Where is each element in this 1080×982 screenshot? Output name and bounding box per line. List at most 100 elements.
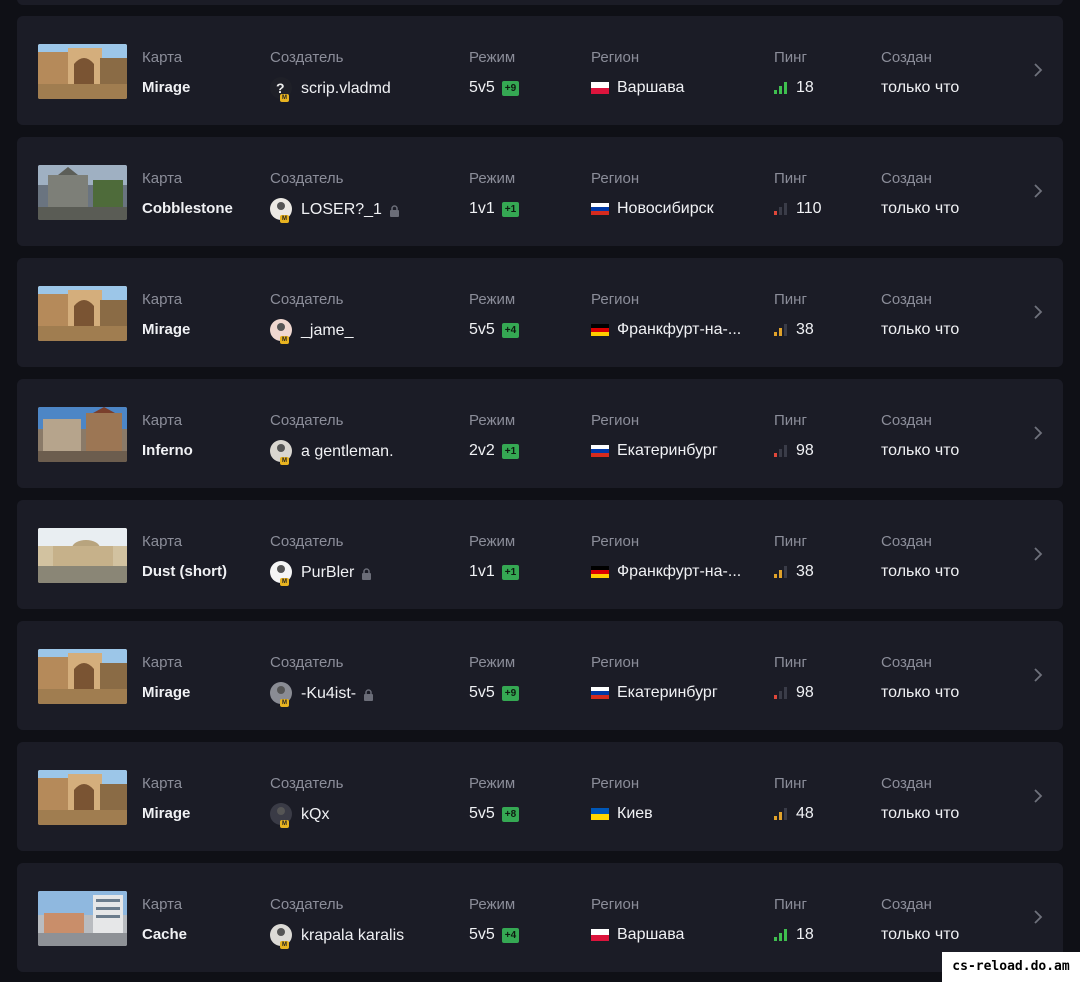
signal-bar	[784, 324, 787, 336]
chevron-right-icon[interactable]	[1033, 667, 1043, 683]
signal-bars-icon	[774, 203, 790, 215]
signal-bar	[774, 211, 777, 215]
chevron-right-icon[interactable]	[1033, 909, 1043, 925]
creator-name[interactable]: kQx	[301, 806, 329, 824]
flag-pl-icon	[591, 929, 609, 941]
lock-icon	[363, 688, 374, 701]
ping-label: Пинг	[774, 170, 807, 187]
mode-value: 5v5 +4	[469, 926, 520, 944]
rank-badge-icon: M	[280, 820, 289, 828]
mode-value: 5v5 +9	[469, 684, 520, 702]
chevron-right-icon[interactable]	[1033, 546, 1043, 562]
signal-bar	[784, 566, 787, 578]
creator-value: M LOSER?_1	[270, 198, 400, 223]
ping-value: 48	[774, 805, 814, 823]
flag-ru-icon	[591, 445, 609, 457]
server-row[interactable]: Карта Cobblestone Создатель M LOSER?_1 Режим 1…	[17, 137, 1063, 246]
creator-name[interactable]: LOSER?_1	[301, 201, 382, 219]
signal-bar	[784, 82, 787, 94]
server-row[interactable]: Карта Mirage Создатель ? M scrip.vladmd Режим 5…	[17, 16, 1063, 125]
creator-name[interactable]: scrip.vladmd	[301, 80, 391, 98]
mode-label: Режим	[469, 291, 516, 308]
signal-bar	[779, 691, 782, 699]
signal-bar	[779, 207, 782, 215]
server-row[interactable]: Карта Cache Создатель Mkrapala karalis Режим…	[17, 863, 1063, 972]
creator-column: Создатель M _jame_	[270, 291, 353, 344]
signal-bar	[779, 328, 782, 336]
ping-value: 98	[774, 442, 814, 460]
creator-name[interactable]: krapala karalis	[301, 927, 404, 945]
region-column: Регион Варшава	[591, 49, 684, 97]
chevron-right-icon[interactable]	[1033, 62, 1043, 78]
mode-column: Режим 5v5 +4	[469, 291, 520, 339]
server-row[interactable]: Карта Mirage Создатель M -Ku4ist- Режим 5v5 +9 Р…	[17, 621, 1063, 730]
chevron-right-icon[interactable]	[1033, 304, 1043, 320]
map-column: Карта Mirage	[142, 654, 190, 702]
ping-value: 18	[774, 926, 814, 944]
creator-name[interactable]: -Ku4ist-	[301, 685, 356, 703]
created-label: Создан	[881, 654, 932, 671]
creator-value: Mkrapala karalis	[270, 924, 404, 949]
mode-name: 1v1	[469, 200, 495, 217]
creator-name[interactable]: _jame_	[301, 322, 353, 340]
created-time: только что	[881, 442, 960, 459]
ping-ms: 18	[796, 926, 814, 943]
creator-name[interactable]: a gentleman.	[301, 443, 394, 461]
ping-column: Пинг 110	[774, 170, 822, 218]
avatar[interactable]: M	[270, 924, 292, 949]
avatar[interactable]: M	[270, 198, 292, 223]
creator-column: Создатель MkQx	[270, 775, 343, 828]
previous-server-card[interactable]	[17, 0, 1063, 5]
creator-column: Создатель M LOSER?_1	[270, 170, 400, 223]
created-label: Создан	[881, 533, 932, 550]
signal-bar	[779, 570, 782, 578]
chevron-right-icon[interactable]	[1033, 788, 1043, 804]
flag-de-icon	[591, 324, 609, 336]
mode-value: 5v5 +9	[469, 79, 520, 97]
avatar[interactable]: M	[270, 561, 292, 586]
server-row[interactable]: Карта Mirage Создатель M _jame_ Режим 5v5 +4 Рег…	[17, 258, 1063, 367]
region-column: Регион Франкфурт-на-...	[591, 533, 741, 581]
chevron-right-icon[interactable]	[1033, 183, 1043, 199]
ping-label: Пинг	[774, 533, 807, 550]
flag-ru-icon	[591, 203, 609, 215]
avatar-figure	[277, 686, 285, 694]
signal-bar	[779, 812, 782, 820]
region-value: Екатеринбург	[591, 684, 718, 702]
lock-icon	[361, 567, 372, 580]
region-label: Регион	[591, 291, 640, 308]
question-icon[interactable]: ? M	[270, 77, 292, 102]
flag-de-icon	[591, 566, 609, 578]
created-column: Создан только что	[881, 654, 959, 702]
mode-name: 5v5	[469, 926, 495, 943]
signal-bar	[784, 445, 787, 457]
ping-ms: 38	[796, 563, 814, 580]
mode-column: Режим 5v5 +9	[469, 49, 520, 97]
avatar[interactable]: M	[270, 440, 292, 465]
creator-name[interactable]: PurBler	[301, 564, 354, 582]
lock-icon	[389, 204, 400, 217]
server-row[interactable]: Карта Dust (short) Создатель M PurBler Режим 1…	[17, 500, 1063, 609]
mode-value: 1v1 +1	[469, 200, 520, 218]
avatar[interactable]: M	[270, 319, 292, 344]
ping-value: 38	[774, 563, 814, 581]
mode-label: Режим	[469, 896, 516, 913]
server-row[interactable]: Карта Inferno Создатель Ma gentleman. Режим 2…	[17, 379, 1063, 488]
mode-column: Режим 5v5 +8	[469, 775, 520, 823]
avatar[interactable]: M	[270, 803, 292, 828]
avatar[interactable]: M	[270, 682, 292, 707]
server-row[interactable]: Карта Mirage Создатель MkQx Режим 5v5 +8 Регион…	[17, 742, 1063, 851]
created-label: Создан	[881, 49, 932, 66]
ping-label: Пинг	[774, 412, 807, 429]
map-name: Mirage	[142, 805, 191, 822]
mode-label: Режим	[469, 654, 516, 671]
avatar-figure	[277, 565, 285, 573]
chevron-right-icon[interactable]	[1033, 425, 1043, 441]
created-time: только что	[881, 79, 960, 96]
server-list: Карта Mirage Создатель ? M scrip.vladmd Режим 5…	[17, 16, 1063, 982]
signal-bar	[774, 332, 777, 336]
region-name: Франкфурт-на-...	[617, 563, 742, 580]
signal-bars-icon	[774, 808, 790, 820]
map-label: Карта	[142, 896, 183, 913]
created-label: Создан	[881, 412, 932, 429]
